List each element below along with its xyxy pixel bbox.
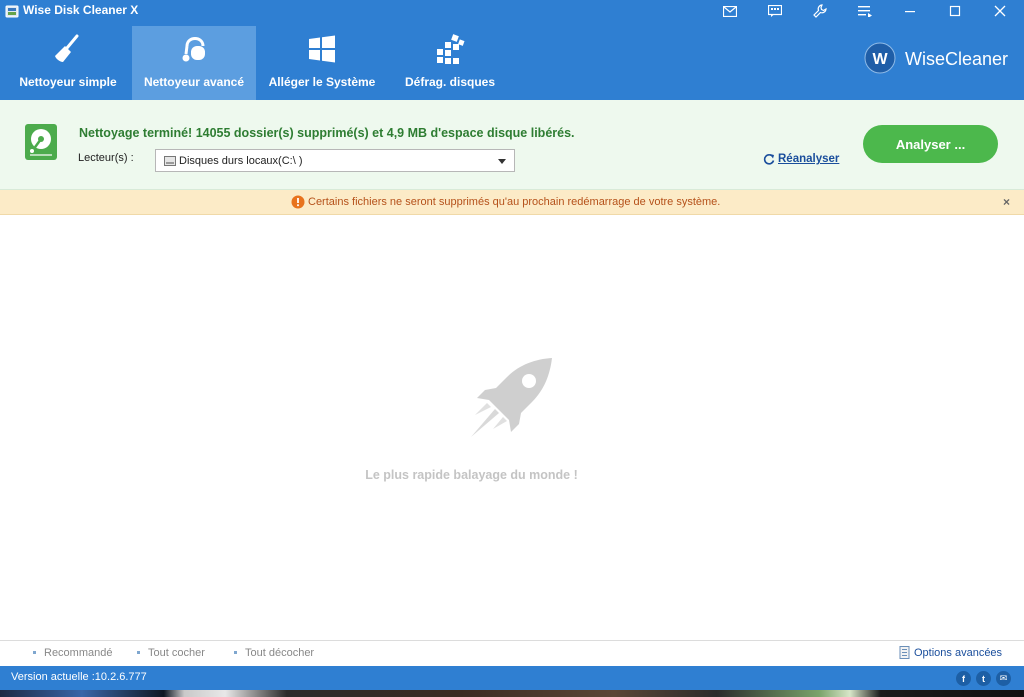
app-icon (5, 5, 19, 18)
recommended-link[interactable]: Recommandé (33, 647, 112, 659)
version-text: Version actuelle :10.2.6.777 (11, 671, 147, 683)
menu-button[interactable] (842, 0, 887, 22)
tab-system-slim[interactable]: Alléger le Système (260, 26, 384, 100)
minimize-icon (904, 11, 915, 13)
minimize-button[interactable] (887, 0, 932, 22)
header: Wise Disk Cleaner X Nettoyeur simple Net… (0, 0, 1024, 100)
broom-icon (55, 34, 79, 62)
empty-state-tagline: Le plus rapide balayage du monde ! (365, 468, 578, 482)
rocket-icon (471, 358, 552, 437)
wrench-icon (812, 4, 827, 18)
desktop-background (0, 690, 1024, 697)
app-window: Wise Disk Cleaner X Nettoyeur simple Net… (0, 0, 1024, 697)
windows-icon (309, 35, 335, 63)
bullet-icon (234, 650, 237, 654)
maximize-icon (949, 5, 960, 17)
bullet-icon (33, 650, 36, 654)
maximize-button[interactable] (932, 0, 977, 22)
analyze-button[interactable]: Analyser ... (863, 125, 998, 163)
tab-label: Défrag. disques (404, 75, 496, 89)
title-bar: Wise Disk Cleaner X (0, 0, 1024, 22)
results-area: Le plus rapide balayage du monde ! (0, 215, 1024, 640)
wisecleaner-logo-icon: W (864, 42, 896, 74)
tab-defrag[interactable]: Défrag. disques (388, 26, 512, 100)
email-icon[interactable]: ✉ (996, 671, 1011, 686)
drive-icon (164, 156, 176, 166)
status-bar: Version actuelle :10.2.6.777 f t ✉ (0, 666, 1024, 690)
uncheck-all-label: Tout décocher (245, 647, 315, 659)
chevron-down-icon (498, 159, 506, 164)
bottom-toolbar: Recommandé Tout cocher Tout décocher Opt… (0, 640, 1024, 666)
restart-warning-bar: Certains fichiers ne seront supprimés qu… (0, 190, 1024, 215)
warning-icon (291, 195, 305, 209)
tab-label: Nettoyeur avancé (143, 75, 245, 89)
message-button[interactable] (752, 0, 797, 22)
window-title: Wise Disk Cleaner X (23, 3, 139, 17)
mail-icon (722, 5, 737, 17)
drive-select-value: Disques durs locaux(C:\ ) (179, 155, 303, 167)
check-all-link[interactable]: Tout cocher (137, 647, 205, 659)
check-all-label: Tout cocher (148, 647, 205, 659)
refresh-icon (763, 154, 775, 165)
menu-icon (857, 6, 872, 17)
tab-label: Alléger le Système (268, 75, 376, 89)
bullet-icon (137, 650, 140, 654)
feedback-mail-button[interactable] (707, 0, 752, 22)
facebook-icon[interactable]: f (956, 671, 971, 686)
drive-select[interactable]: Disques durs locaux(C:\ ) (155, 149, 515, 172)
settings-document-icon (899, 646, 910, 659)
close-warning-icon[interactable]: × (1003, 196, 1010, 208)
warning-text: Certains fichiers ne seront supprimés qu… (308, 196, 721, 208)
tools-button[interactable] (797, 0, 842, 22)
message-icon (767, 5, 782, 17)
brand-logo-letter: W (872, 51, 888, 68)
twitter-icon[interactable]: t (976, 671, 991, 686)
recommended-label: Recommandé (44, 647, 113, 659)
cleanup-result-message: Nettoyage terminé! 14055 dossier(s) supp… (79, 126, 575, 140)
close-button[interactable] (977, 0, 1022, 22)
defrag-icon (437, 34, 465, 64)
drive-label: Lecteur(s) : (78, 152, 134, 164)
tab-simple-cleaner[interactable]: Nettoyeur simple (6, 26, 130, 100)
uncheck-all-link[interactable]: Tout décocher (234, 647, 314, 659)
tab-label: Nettoyeur simple (19, 75, 117, 89)
close-icon (994, 5, 1005, 17)
reanalyze-label: Réanalyser (778, 153, 840, 165)
brand-name: WiseCleaner (905, 49, 1009, 69)
vacuum-icon (182, 37, 205, 62)
hard-disk-icon (25, 124, 57, 160)
advanced-options-label: Options avancées (914, 647, 1003, 659)
tab-advanced-cleaner[interactable]: Nettoyeur avancé (132, 26, 256, 100)
scan-status-panel: Nettoyage terminé! 14055 dossier(s) supp… (0, 100, 1024, 190)
